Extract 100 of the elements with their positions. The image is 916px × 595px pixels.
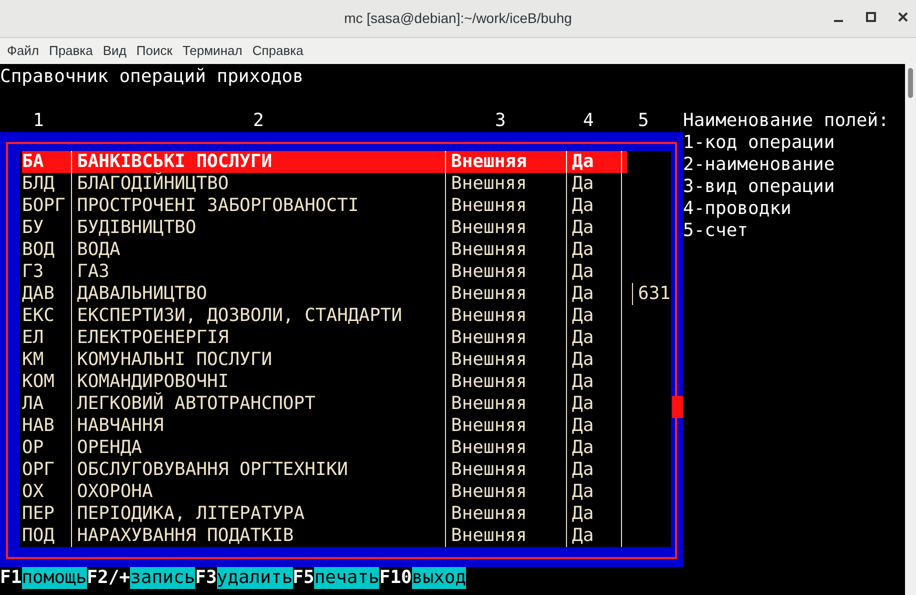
type-cell-text: Внешняя — [451, 327, 528, 349]
column-number: 5 — [638, 110, 649, 132]
scrollbar-thumb[interactable] — [908, 68, 913, 98]
window-title: mc [sasa@debian]:~/work/iceB/buhg — [344, 9, 572, 28]
function-button[interactable]: запись — [130, 567, 196, 589]
column-number: 4 — [583, 110, 594, 132]
type-cell-text: Внешняя — [451, 195, 528, 217]
type-cell-text: Внешняя — [451, 437, 528, 459]
type-cell-text: Внешняя — [451, 217, 528, 239]
table-row[interactable]: ДАВ ДАВАЛЬНИЦТВО Внешняя Да — [22, 283, 627, 305]
name-cell-text: ОБСЛУГОВУВАННЯ ОРГТЕХНІКИ — [77, 459, 349, 481]
terminal-scrollbar[interactable] — [905, 64, 916, 595]
code-cell-text: ПЕР — [22, 503, 56, 525]
table-row[interactable]: ПОД НАРАХУВАННЯ ПОДАТКІВ Внешняя Да — [22, 525, 627, 547]
legend-item: 5-счет — [683, 220, 750, 242]
postings-cell-text: Да — [572, 327, 595, 349]
name-cell-text: ЛЕГКОВИЙ АВТОТРАНСПОРТ — [77, 393, 316, 415]
postings-cell-text: Да — [572, 481, 595, 503]
name-cell-text: БЛАГОДІЙНИЦТВО — [77, 173, 230, 195]
type-cell-text: Внешняя — [451, 415, 528, 437]
table-row[interactable]: ЛА ЛЕГКОВИЙ АВТОТРАНСПОРТ Внешняя Да — [22, 393, 627, 415]
account-cell: 631 — [638, 283, 671, 305]
function-key-label: F3 — [195, 567, 217, 589]
table-row[interactable]: ЕКС ЕКСПЕРТИЗИ, ДОЗВОЛИ, СТАНДАРТИ Внешняя Да — [22, 305, 627, 327]
legend-title: Наименование полей: — [683, 110, 889, 132]
postings-cell-text: Да — [572, 415, 595, 437]
postings-cell-text: Да — [572, 393, 595, 415]
legend-item: 1-код операции — [683, 132, 836, 154]
function-button[interactable]: выход — [412, 567, 466, 589]
menu-item[interactable]: Поиск — [131, 41, 178, 61]
table-row[interactable]: КМ КОМУНАЛЬНІ ПОСЛУГИ Внешняя Да — [22, 349, 627, 371]
code-cell-text: ОР — [22, 437, 45, 459]
menu-item[interactable]: Файл — [2, 41, 44, 61]
function-key-label: F5 — [292, 567, 314, 589]
type-cell-text: Внешняя — [451, 239, 528, 261]
code-cell-text: КОМ — [22, 371, 56, 393]
table-row[interactable]: ПЕР ПЕРІОДИКА, ЛІТЕРАТУРА Внешняя Да — [22, 503, 627, 525]
type-cell-text: Внешняя — [451, 151, 528, 173]
postings-cell-text: Да — [572, 151, 595, 173]
type-cell-text: Внешняя — [451, 349, 528, 371]
table-row[interactable]: БОРГ ПРОСТРОЧЕНІ ЗАБОРГОВАНОСТІ Внешняя Да — [22, 195, 627, 217]
type-cell-text: Внешняя — [451, 173, 528, 195]
type-cell-text: Внешняя — [451, 393, 528, 415]
name-cell-text: ВОДА — [77, 239, 122, 261]
postings-cell-text: Да — [572, 371, 595, 393]
menu-item[interactable]: Правка — [44, 41, 98, 61]
menu-item[interactable]: Терминал — [177, 41, 248, 61]
close-icon[interactable] — [896, 10, 910, 24]
table-row[interactable]: БУ БУДІВНИЦТВО Внешняя Да — [22, 217, 627, 239]
code-cell-text: ОРГ — [22, 459, 56, 481]
code-cell-text: ЕКС — [22, 305, 56, 327]
function-button[interactable]: помощь — [22, 567, 87, 589]
maximize-icon[interactable] — [864, 10, 878, 24]
postings-cell-text: Да — [572, 283, 595, 305]
code-cell-text: НАВ — [22, 415, 56, 437]
table-row[interactable]: НАВ НАВЧАННЯ Внешняя Да — [22, 415, 627, 437]
code-cell-text: ЛА — [22, 393, 45, 415]
name-cell-text: БАНКІВСЬКІ ПОСЛУГИ — [77, 151, 274, 172]
table-row[interactable]: ОХ ОХОРОНА Внешняя Да — [22, 481, 627, 503]
table-row[interactable]: ЕЛ ЕЛЕКТРОЕНЕРГІЯ Внешняя Да — [22, 327, 627, 349]
type-cell-text: Внешняя — [451, 283, 528, 305]
name-cell-text: БУДІВНИЦТВО — [77, 217, 198, 239]
function-key-label: F1 — [0, 567, 22, 589]
function-button[interactable]: печать — [314, 567, 380, 589]
function-button[interactable]: удалить — [216, 567, 293, 589]
scrollbar-thumb[interactable] — [672, 396, 683, 418]
postings-cell-text: Да — [572, 503, 595, 525]
name-cell-text: НАРАХУВАННЯ ПОДАТКІВ — [77, 525, 295, 547]
name-cell-text: ПРОСТРОЧЕНІ ЗАБОРГОВАНОСТІ — [77, 195, 360, 217]
postings-cell-text: Да — [572, 239, 595, 261]
menu-item[interactable]: Вид — [98, 41, 132, 61]
postings-cell-text: Да — [572, 349, 595, 371]
name-cell-text: ОХОРОНА — [77, 481, 154, 503]
table-row[interactable]: БЛД БЛАГОДІЙНИЦТВО Внешняя Да — [22, 173, 627, 195]
postings-cell-text: Да — [572, 305, 595, 327]
table-row[interactable]: ГЗ ГАЗ Внешняя Да — [22, 261, 627, 283]
column-number: 1 — [33, 110, 44, 132]
type-cell-text: Внешняя — [451, 371, 528, 393]
type-cell-text: Внешняя — [451, 305, 528, 327]
postings-cell-text: Да — [572, 261, 595, 283]
code-cell-text: ДАВ — [22, 283, 56, 305]
code-cell-text: БУ — [22, 217, 45, 239]
code-cell-text: ВОД — [22, 239, 56, 261]
code-cell-text: ПОД — [22, 525, 56, 547]
code-cell-text: КМ — [22, 349, 45, 371]
name-cell-text: ЕЛЕКТРОЕНЕРГІЯ — [77, 327, 230, 349]
screen-title: Справочник операций приходов — [0, 66, 304, 88]
function-key-label: F10 — [379, 567, 412, 589]
code-cell-text: БА — [22, 151, 45, 173]
table-row[interactable]: КОМ КОМАНДИРОВОЧНІ Внешняя Да — [22, 371, 627, 393]
type-cell-text: Внешняя — [451, 481, 528, 503]
legend-item: 2-наименование — [683, 154, 836, 176]
name-cell-text: ГАЗ — [77, 261, 111, 283]
menu-item[interactable]: Справка — [247, 41, 308, 61]
table-row[interactable]: БА БАНКІВСЬКІ ПОСЛУГИ Внешняя Да — [22, 151, 627, 173]
postings-cell-text: Да — [572, 437, 595, 459]
table-row[interactable]: ВОД ВОДА Внешняя Да — [22, 239, 627, 261]
code-cell-text: ОХ — [22, 481, 45, 503]
table-row[interactable]: ОР ОРЕНДА Внешняя Да — [22, 437, 627, 459]
table-row[interactable]: ОРГ ОБСЛУГОВУВАННЯ ОРГТЕХНІКИ Внешняя Да — [22, 459, 627, 481]
